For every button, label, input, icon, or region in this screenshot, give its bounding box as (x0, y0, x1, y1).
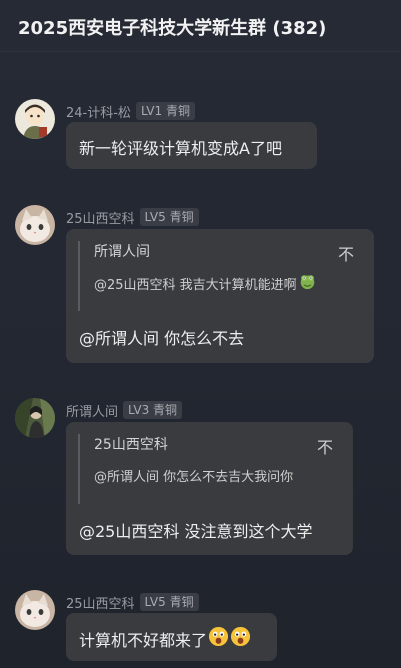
astonished-emoji-icon (208, 626, 229, 651)
quoted-author: 25山西空科 (94, 437, 168, 453)
quoted-text: @25山西空科 我吉大计算机能进啊 (94, 278, 297, 293)
avatar-icon (15, 398, 55, 438)
message-meta: 所谓人间 LV3 青铜 (66, 400, 183, 420)
message-bubble[interactable]: 所谓人间 不 @25山西空科 我吉大计算机能进啊 @所谓人间 你怎么不去 (66, 229, 374, 363)
quoted-message[interactable]: 所谓人间 不 @25山西空科 我吉大计算机能进啊 (78, 241, 362, 311)
sender-name[interactable]: 25山西空科 (66, 208, 135, 227)
avatar[interactable] (15, 99, 55, 139)
astonished-emoji-icon (230, 626, 251, 651)
quoted-message[interactable]: 25山西空科 不 @所谓人间 你怎么不去吉大我问你 (78, 434, 341, 504)
message-meta: 25山西空科 LV5 青铜 (66, 207, 199, 227)
chat-header: 2025西安电子科技大学新生群 (382) (0, 0, 401, 52)
level-badge: LV3 青铜 (123, 401, 183, 419)
avatar[interactable] (15, 398, 55, 438)
sender-name[interactable]: 24-计科-松 (66, 102, 131, 121)
quoted-author: 所谓人间 (94, 244, 150, 260)
message-text: 新一轮评级计算机变成A了吧 (79, 139, 282, 158)
message-text: @25山西空科 没注意到这个大学 (79, 522, 313, 541)
avatar[interactable] (15, 590, 55, 630)
sender-name[interactable]: 25山西空科 (66, 593, 135, 612)
message-text: @所谓人间 你怎么不去 (79, 329, 245, 348)
message-meta: 25山西空科 LV5 青铜 (66, 592, 199, 612)
level-badge: LV5 青铜 (139, 593, 199, 611)
sender-name[interactable]: 所谓人间 (66, 401, 118, 420)
message-meta: 24-计科-松 LV1 青铜 (66, 101, 195, 121)
quoted-text-row: @25山西空科 我吉大计算机能进啊 (94, 273, 362, 294)
message-bubble[interactable]: 新一轮评级计算机变成A了吧 (66, 122, 317, 169)
frog-emoji-icon (299, 273, 316, 294)
level-badge: LV5 青铜 (139, 208, 199, 226)
avatar[interactable] (15, 205, 55, 245)
quote-collapse-icon[interactable]: 不 (338, 241, 354, 265)
message-bubble[interactable]: 25山西空科 不 @所谓人间 你怎么不去吉大我问你 @25山西空科 没注意到这个… (66, 422, 353, 555)
quote-collapse-icon[interactable]: 不 (317, 434, 333, 458)
quoted-text: @所谓人间 你怎么不去吉大我问你 (94, 470, 294, 485)
cat-avatar-icon (15, 590, 55, 630)
quoted-text-row: @所谓人间 你怎么不去吉大我问你 (94, 466, 341, 485)
message-text-row: 计算机不好都来了 (79, 626, 251, 651)
group-title[interactable]: 2025西安电子科技大学新生群 (382) (18, 14, 326, 40)
cat-avatar-icon (15, 205, 55, 245)
message-text: 计算机不好都来了 (79, 630, 208, 650)
message-bubble[interactable]: 计算机不好都来了 (66, 613, 277, 661)
level-badge: LV1 青铜 (135, 102, 195, 120)
avatar-icon (15, 99, 55, 139)
